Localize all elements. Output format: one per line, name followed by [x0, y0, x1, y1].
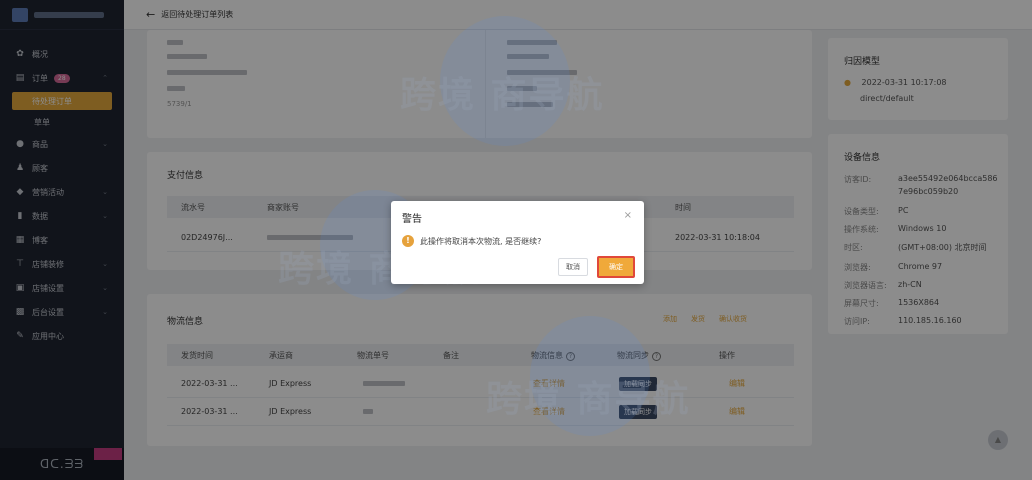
watermark-text: 跨境 商导航	[400, 75, 605, 116]
warning-icon: !	[402, 235, 414, 247]
cancel-button[interactable]: 取消	[558, 258, 588, 276]
dialog-message: 此操作将取消本次物流, 是否继续?	[420, 236, 542, 246]
dialog-title: 警告	[402, 214, 422, 225]
confirm-button[interactable]: 确定	[597, 256, 635, 278]
close-icon[interactable]: ×	[624, 210, 632, 221]
watermark-text: 跨境 商导航	[486, 379, 691, 420]
